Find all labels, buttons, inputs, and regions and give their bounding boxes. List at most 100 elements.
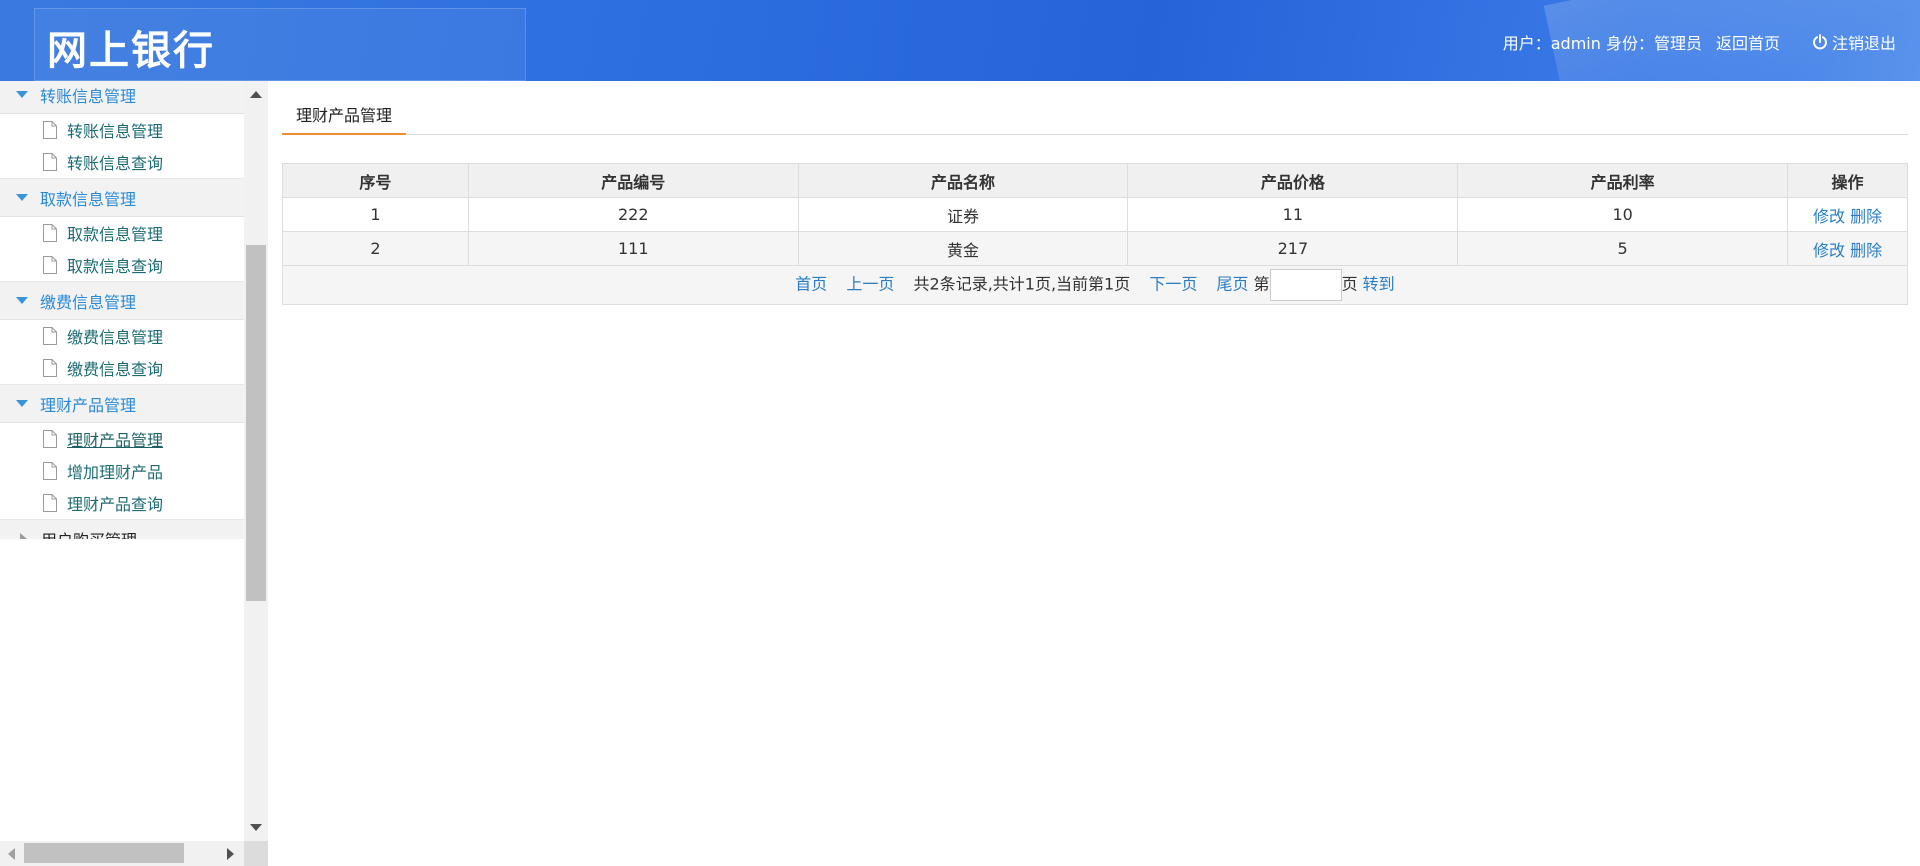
col-header-name: 产品名称 <box>797 163 1129 198</box>
document-icon <box>42 152 58 172</box>
sidebar-menu-item-label: 理财产品查询 <box>67 495 164 514</box>
sidebar-menu-item-label: 增加理财产品 <box>67 463 164 482</box>
scrollbar-corner <box>244 841 268 866</box>
user-bar: 用户：admin 身份：管理员 返回首页 注销退出 <box>1503 30 1896 54</box>
col-header-code: 产品编号 <box>467 163 799 198</box>
sidebar-group-title: 缴费信息管理 <box>40 292 137 312</box>
document-icon <box>42 255 58 275</box>
document-icon <box>42 461 58 481</box>
sidebar-group-header[interactable]: 缴费信息管理 <box>0 281 244 320</box>
document-icon <box>42 493 58 513</box>
sidebar-menu-item-label: 取款信息管理 <box>67 225 164 244</box>
user-info: 用户：admin 身份：管理员 <box>1502 34 1702 53</box>
cell-rate: 5 <box>1457 231 1789 266</box>
cell-name: 黄金 <box>797 231 1129 266</box>
sidebar-menu-item-label: 缴费信息管理 <box>67 328 164 347</box>
scroll-left-arrow-icon[interactable] <box>8 848 15 860</box>
last-page-link[interactable]: 尾页 <box>1216 275 1248 294</box>
cell-code: 111 <box>467 231 799 266</box>
col-header-rate: 产品利率 <box>1457 163 1789 198</box>
delete-link[interactable]: 删除 <box>1850 241 1882 260</box>
cell-no: 2 <box>282 231 469 266</box>
next-page-link[interactable]: 下一页 <box>1149 275 1197 294</box>
document-icon <box>42 120 58 140</box>
sidebar-menu-item[interactable]: 转账信息管理 <box>0 114 244 146</box>
sidebar-group-header[interactable]: 用户购买管理 <box>0 519 244 539</box>
delete-link[interactable]: 删除 <box>1850 207 1882 226</box>
cell-actions: 修改 删除 <box>1787 231 1908 266</box>
app-logo: 网上银行 <box>47 28 215 74</box>
sidebar-menu-item[interactable]: 转账信息查询 <box>0 146 244 178</box>
cell-price: 11 <box>1127 197 1459 232</box>
cell-price: 217 <box>1127 231 1459 266</box>
sidebar-group-header[interactable]: 转账信息管理 <box>0 81 244 114</box>
cell-actions: 修改 删除 <box>1787 197 1908 232</box>
product-table: 序号 产品编号 产品名称 产品价格 产品利率 操作 1 222 证券 11 10… <box>282 163 1908 305</box>
table-row: 2 111 黄金 217 5 修改 删除 <box>282 231 1908 266</box>
document-icon <box>42 326 58 346</box>
sidebar-menu-item[interactable]: 缴费信息管理 <box>0 320 244 352</box>
sidebar-menu-item[interactable]: 理财产品查询 <box>0 487 244 519</box>
sidebar-menu-item-label: 缴费信息查询 <box>67 360 164 379</box>
cell-name: 证券 <box>797 197 1129 232</box>
sidebar-vertical-scrollbar[interactable] <box>244 81 268 841</box>
edit-link[interactable]: 修改 <box>1813 241 1845 260</box>
pager-summary: 共2条记录,共计1页,当前第1页 <box>913 274 1131 294</box>
table-row: 1 222 证券 11 10 修改 删除 <box>282 197 1908 232</box>
col-header-no: 序号 <box>282 163 469 198</box>
sidebar-menu-item[interactable]: 增加理财产品 <box>0 455 244 487</box>
sidebar-group-header[interactable]: 理财产品管理 <box>0 384 244 423</box>
sidebar-group-title: 用户购买管理 <box>41 527 137 540</box>
page-prefix: 第 <box>1253 274 1270 294</box>
prev-page-link[interactable]: 上一页 <box>846 275 894 294</box>
sidebar-menu-item[interactable]: 取款信息管理 <box>0 217 244 249</box>
top-header: 网上银行 用户：admin 身份：管理员 返回首页 注销退出 <box>0 0 1920 81</box>
sidebar-menu-item-label: 转账信息查询 <box>67 154 164 173</box>
sidebar-menu-item-label: 转账信息管理 <box>67 122 164 141</box>
vertical-scroll-thumb[interactable] <box>246 245 266 601</box>
sidebar-group-title: 转账信息管理 <box>40 86 137 106</box>
sidebar-group-title: 取款信息管理 <box>40 189 137 209</box>
collapsed-triangle-icon <box>20 532 27 539</box>
sidebar-group-header[interactable]: 取款信息管理 <box>0 178 244 217</box>
expanded-triangle-icon <box>16 194 28 201</box>
main-content: 理财产品管理 序号 产品编号 产品名称 产品价格 产品利率 操作 1 222 证… <box>282 81 1908 866</box>
sidebar-group-title: 理财产品管理 <box>40 395 137 415</box>
col-header-price: 产品价格 <box>1127 163 1459 198</box>
go-page-link[interactable]: 转到 <box>1363 275 1395 294</box>
col-header-actions: 操作 <box>1787 163 1908 198</box>
edit-link[interactable]: 修改 <box>1813 207 1845 226</box>
pagination: 首页 上一页 共2条记录,共计1页,当前第1页 下一页 尾页 第 页 转到 <box>282 265 1908 305</box>
scroll-up-arrow-icon[interactable] <box>250 91 262 98</box>
cell-no: 1 <box>282 197 469 232</box>
cell-code: 222 <box>467 197 799 232</box>
expanded-triangle-icon <box>16 91 28 98</box>
scroll-right-arrow-icon[interactable] <box>227 848 234 860</box>
sidebar-menu-item-label: 理财产品管理 <box>67 431 164 450</box>
sidebar: 转账信息管理 转账信息管理 转账信息查询 取款信息管理 取款信息管理 取款信息查询 缴费信息… <box>0 81 268 866</box>
sidebar-menu-item[interactable]: 取款信息查询 <box>0 249 244 281</box>
home-link[interactable]: 返回首页 <box>1716 30 1780 54</box>
document-icon <box>42 223 58 243</box>
logout-link[interactable]: 注销退出 <box>1832 30 1896 54</box>
sidebar-menu-item[interactable]: 理财产品管理 <box>0 423 244 455</box>
scroll-down-arrow-icon[interactable] <box>250 824 262 831</box>
sidebar-menu-item-label: 取款信息查询 <box>67 257 164 276</box>
sidebar-menu-item[interactable]: 缴费信息查询 <box>0 352 244 384</box>
horizontal-scroll-thumb[interactable] <box>24 843 184 863</box>
table-header-row: 序号 产品编号 产品名称 产品价格 产品利率 操作 <box>282 163 1908 198</box>
expanded-triangle-icon <box>16 400 28 407</box>
cell-rate: 10 <box>1457 197 1789 232</box>
document-icon <box>42 358 58 378</box>
tab-bar: 理财产品管理 <box>282 101 1908 135</box>
power-icon <box>1812 34 1828 50</box>
first-page-link[interactable]: 首页 <box>795 275 827 294</box>
page-number-input[interactable] <box>1269 269 1342 301</box>
document-icon <box>42 429 58 449</box>
sidebar-menu: 转账信息管理 转账信息管理 转账信息查询 取款信息管理 取款信息管理 取款信息查询 缴费信息… <box>0 81 244 539</box>
tab-product-management[interactable]: 理财产品管理 <box>282 101 407 135</box>
page-suffix: 页 <box>1341 274 1358 294</box>
pager-row: 首页 上一页 共2条记录,共计1页,当前第1页 下一页 尾页 第 页 转到 <box>282 265 1908 305</box>
sidebar-horizontal-scrollbar[interactable] <box>0 841 244 866</box>
expanded-triangle-icon <box>16 297 28 304</box>
